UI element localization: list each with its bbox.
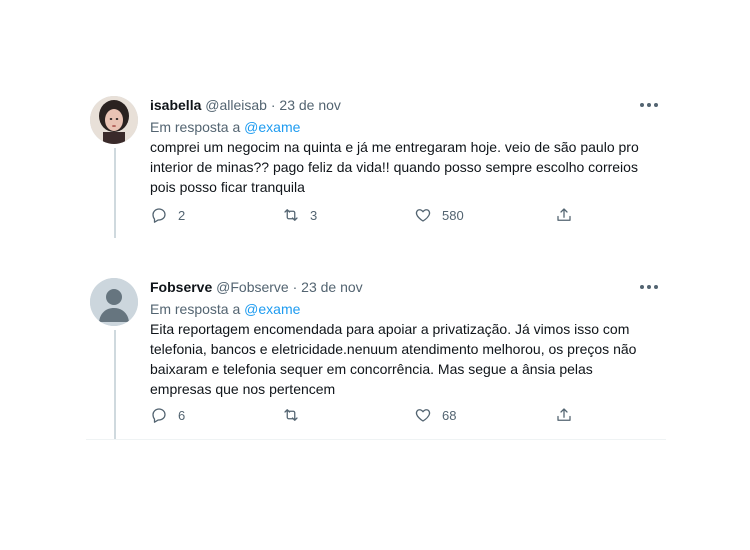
tweet-text: Eita reportagem encomendada para apoiar … [150, 321, 637, 397]
reply-button[interactable]: 6 [150, 406, 185, 424]
avatar[interactable] [90, 278, 138, 326]
reply-icon [152, 408, 166, 423]
tweet-header: isabella @alleisab · 23 de nov [150, 96, 660, 114]
reply-button[interactable]: 2 [150, 206, 185, 224]
separator: · [292, 279, 298, 295]
separator: · [270, 97, 276, 113]
thread-line [114, 330, 116, 440]
reply-count: 2 [178, 207, 186, 223]
share-icon [557, 208, 571, 221]
display-name[interactable]: Fobserve [150, 279, 212, 295]
tweet-actions: 2 3 580 [150, 206, 573, 226]
more-options-icon[interactable] [640, 100, 658, 110]
tweet[interactable]: Fobserve @Fobserve · 23 de nov Em respos… [86, 270, 666, 440]
like-count: 580 [442, 207, 464, 223]
retweet-icon [284, 409, 298, 421]
divider [86, 439, 666, 440]
more-options-icon[interactable] [640, 282, 658, 292]
share-button[interactable] [555, 406, 573, 424]
reply-prefix: Em resposta a [150, 301, 241, 317]
heart-icon [415, 209, 431, 222]
reply-prefix: Em resposta a [150, 119, 241, 135]
reply-count: 6 [178, 407, 186, 423]
user-photo-avatar-icon [90, 96, 138, 144]
default-avatar-icon [90, 278, 138, 326]
retweet-count: 3 [310, 207, 318, 223]
tweet[interactable]: isabella @alleisab · 23 de nov Em respos… [86, 88, 666, 248]
retweet-icon [284, 209, 298, 221]
thread-line [114, 148, 116, 238]
share-button[interactable] [555, 206, 573, 224]
user-handle[interactable]: @alleisab [205, 97, 267, 113]
tweet-text: comprei um negocim na quinta e já me ent… [150, 139, 639, 195]
tweet-date[interactable]: 23 de nov [279, 97, 341, 113]
user-handle[interactable]: @Fobserve [216, 279, 289, 295]
heart-icon [415, 409, 431, 422]
reply-mention-link[interactable]: @exame [244, 301, 300, 317]
tweet-header: Fobserve @Fobserve · 23 de nov [150, 278, 660, 296]
like-button[interactable]: 68 [414, 406, 456, 424]
reply-context: Em resposta a @exame [150, 300, 660, 318]
like-button[interactable]: 580 [414, 206, 464, 224]
like-count: 68 [442, 407, 457, 423]
avatar[interactable] [90, 96, 138, 144]
reply-icon [152, 208, 166, 223]
reply-mention-link[interactable]: @exame [244, 119, 300, 135]
tweet-date[interactable]: 23 de nov [301, 279, 363, 295]
tweet-actions: 6 68 [150, 406, 573, 426]
display-name[interactable]: isabella [150, 97, 201, 113]
share-icon [557, 408, 571, 421]
retweet-button[interactable]: 3 [282, 206, 317, 224]
reply-context: Em resposta a @exame [150, 118, 660, 136]
retweet-button[interactable] [282, 406, 310, 424]
